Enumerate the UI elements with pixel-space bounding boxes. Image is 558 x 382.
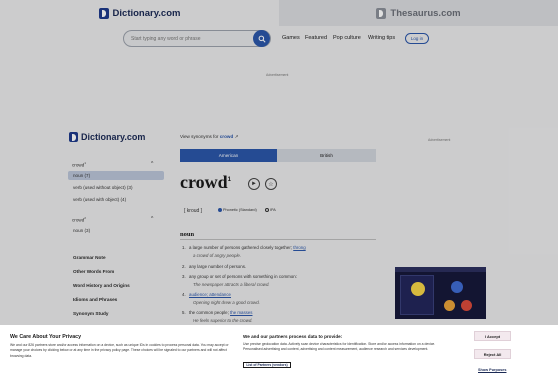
vendors-link[interactable]: List of Partners (vendors) bbox=[243, 362, 291, 368]
accept-button[interactable]: I Accept bbox=[474, 331, 511, 341]
cookie-purposes-title: We and our partners process data to prov… bbox=[243, 334, 343, 339]
cookie-body: We and our 826 partners store and/or acc… bbox=[10, 343, 229, 358]
cookie-title: We Care About Your Privacy bbox=[10, 334, 82, 340]
cookie-purposes-body: Use precise geolocation data. Actively s… bbox=[243, 342, 436, 352]
show-purposes-link[interactable]: Show Purposes bbox=[478, 368, 506, 372]
reject-all-button[interactable]: Reject All bbox=[474, 349, 511, 359]
